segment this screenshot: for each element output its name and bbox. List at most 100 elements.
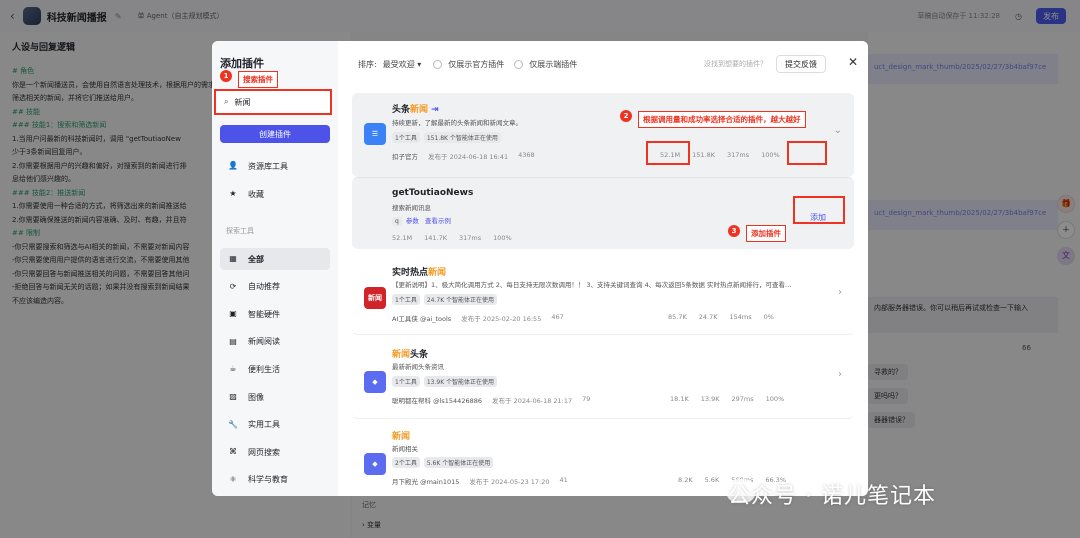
nav-label: 全部 xyxy=(248,254,264,264)
nav-item[interactable]: 👤 资源库工具 xyxy=(220,155,330,177)
tool-count-tag: 1个工具 xyxy=(392,294,420,305)
param-tag: q xyxy=(392,217,402,226)
author: 扣子官方 xyxy=(392,153,418,161)
app-window: ‹ 科技新闻播报 ✎ 单 Agent（自主规划模式） 草稿自动保存于 11:32… xyxy=(0,0,1080,538)
view-count: 41 xyxy=(559,476,568,484)
nav-item[interactable]: ▦ 全部 xyxy=(220,248,330,270)
bot-count: 151.8K xyxy=(692,151,715,159)
client-radio[interactable] xyxy=(514,60,524,69)
close-icon[interactable]: ✕ xyxy=(848,55,858,69)
search-icon: ⌕ xyxy=(224,97,229,106)
nav-label: 科学与教育 xyxy=(248,475,288,485)
author-handle: @ls154426886 xyxy=(433,397,482,405)
call-count: 52.1M xyxy=(392,234,413,242)
official-filter-label[interactable]: 仅展示官方插件 xyxy=(448,59,504,70)
image-icon: ▨ xyxy=(229,392,237,401)
news-icon: ▤ xyxy=(229,336,237,346)
author: 月下殿光 xyxy=(392,478,418,486)
plugin-card[interactable]: 新闻 实时热点新闻 【更新说明】1、极大简化调用方式 2、每日支持无限次数调用！… xyxy=(352,257,854,335)
view-count: 467 xyxy=(551,313,564,321)
view-count: 4368 xyxy=(518,151,535,159)
sort-label: 排序: xyxy=(358,60,377,69)
nav-item[interactable]: ★ 收藏 xyxy=(220,183,330,205)
chevron-down-icon[interactable]: ⌄ xyxy=(834,125,842,136)
nav-label: 智能硬件 xyxy=(248,309,280,319)
plugin-title: 新闻 xyxy=(392,432,411,442)
edu-icon: ⚛ xyxy=(229,474,237,484)
usage-tag: 151.8K 个智能体正在使用 xyxy=(423,132,501,143)
plugin-title: 新闻头条 xyxy=(392,350,429,360)
nav-label: 收藏 xyxy=(248,189,264,199)
chevron-right-icon[interactable]: › xyxy=(838,287,842,298)
nav-label: 实用工具 xyxy=(248,420,280,430)
bot-count: 141.7K xyxy=(424,234,447,242)
annotation-select: 根据调用量和成功率选择合适的插件，越大越好 xyxy=(638,111,806,128)
grid-icon: ▦ xyxy=(229,254,237,263)
plugin-desc: 新闻相关 xyxy=(392,445,418,453)
nav-label: 新闻阅读 xyxy=(248,337,280,347)
nav-item[interactable]: 🔧 实用工具 xyxy=(220,414,330,436)
publish-date: 发布于 2024-06-18 16:41 xyxy=(428,153,509,161)
watermark: 公众号 · 诺儿笔记本 xyxy=(728,484,936,509)
author: 聪明都在帮科 xyxy=(392,397,431,405)
bot-count: 13.9K xyxy=(700,395,720,403)
plugin-search-input[interactable]: ⌕ 新闻 xyxy=(214,89,332,115)
success-rate: 0% xyxy=(763,313,774,321)
filter-bar: 排序: 最受欢迎 ▾ 仅展示官方插件 仅展示端插件 xyxy=(358,59,577,70)
author-handle: @ai_tools xyxy=(419,315,452,323)
create-plugin-button[interactable]: 创建插件 xyxy=(220,125,330,143)
nav-label: 图像 xyxy=(248,392,264,402)
annotation-number: 1 xyxy=(220,70,232,82)
author-handle: @main1015 xyxy=(420,478,460,486)
params-link[interactable]: 参数 xyxy=(406,217,419,225)
tool-count-tag: 1个工具 xyxy=(392,132,420,143)
success-rate: 100% xyxy=(761,151,780,159)
explore-section-label: 探索工具 xyxy=(226,227,254,235)
nav-item[interactable]: ☕ 便利生活 xyxy=(220,358,330,380)
nav-item[interactable]: ⟳ 自动推荐 xyxy=(220,276,330,298)
usage-tag: 13.9K 个智能体正在使用 xyxy=(423,376,498,387)
author: AI工具侠 xyxy=(392,315,418,323)
tool-count-tag: 2个工具 xyxy=(392,457,420,468)
feedback-hint: 没找到想要的插件？ xyxy=(704,60,767,68)
chevron-right-icon[interactable]: › xyxy=(838,369,842,380)
nav-item[interactable]: ⌘ 网页搜索 xyxy=(220,441,330,463)
plugin-card[interactable]: ☰ 头条新闻 ⇥ 持续更新，了解最新的头条新闻和新闻文章。 1个工具 151.8K… xyxy=(352,93,854,177)
nav-item[interactable]: ⚛ 科学与教育 xyxy=(220,469,330,491)
latency: 317ms xyxy=(458,234,482,242)
highlight-box xyxy=(787,141,827,165)
plugin-title: 实时热点新闻 xyxy=(392,268,447,278)
news-icon: 新闻 xyxy=(364,287,386,309)
tool-title: getToutiaoNews xyxy=(392,188,474,198)
nav-item[interactable]: ▤ 新闻阅读 xyxy=(220,331,330,353)
add-plugin-dialog: 添加插件 ⌕ 新闻 创建插件 👤 资源库工具 ★ 收藏 探索工具 ▦ 全部 ⟳ 自动推荐 ▣ 智… xyxy=(212,41,868,496)
feedback-button[interactable]: 提交反馈 xyxy=(776,55,826,73)
success-rate: 100% xyxy=(765,395,785,403)
nav-label: 网页搜索 xyxy=(248,447,280,457)
nav-label: 资源库工具 xyxy=(248,161,288,171)
annotation-number: 2 xyxy=(620,110,632,122)
search-value: 新闻 xyxy=(234,97,251,107)
call-count: 18.1K xyxy=(670,395,689,403)
cube-icon: ◆ xyxy=(364,371,386,393)
plugin-desc: 【更新说明】1、极大简化调用方式 2、每日支持无限次数调用！！ 3、支持关键词查… xyxy=(392,281,792,289)
publish-date: 发布于 2024-05-23 17:20 xyxy=(469,478,550,486)
call-count: 8.2K xyxy=(678,476,693,484)
annotation-add: 添加插件 xyxy=(746,225,786,242)
example-link[interactable]: 查看示例 xyxy=(425,217,451,225)
cube-icon: ◆ xyxy=(364,453,386,475)
nav-item[interactable]: ▣ 智能硬件 xyxy=(220,303,330,325)
latency: 297ms xyxy=(731,395,754,403)
nav-item[interactable]: ▨ 图像 xyxy=(220,386,330,408)
highlight-box xyxy=(646,141,690,165)
tool-desc: 搜索新闻讯息 xyxy=(392,204,431,212)
official-radio[interactable] xyxy=(433,60,443,69)
plugin-list-panel: 排序: 最受欢迎 ▾ 仅展示官方插件 仅展示端插件 没找到想要的插件？ 提交反馈… xyxy=(338,41,868,496)
client-filter-label[interactable]: 仅展示端插件 xyxy=(529,59,577,70)
plugin-card[interactable]: ◆ 新闻头条 最新新闻头条资讯 1个工具 13.9K 个智能体正在使用 聪明都在帮… xyxy=(352,339,854,419)
plugin-desc: 最新新闻头条资讯 xyxy=(392,363,444,371)
cup-icon: ☕ xyxy=(229,364,237,374)
sort-dropdown[interactable]: 最受欢迎 ▾ xyxy=(383,59,422,70)
bot-count: 24.7K xyxy=(698,313,718,321)
success-rate: 100% xyxy=(493,234,512,242)
